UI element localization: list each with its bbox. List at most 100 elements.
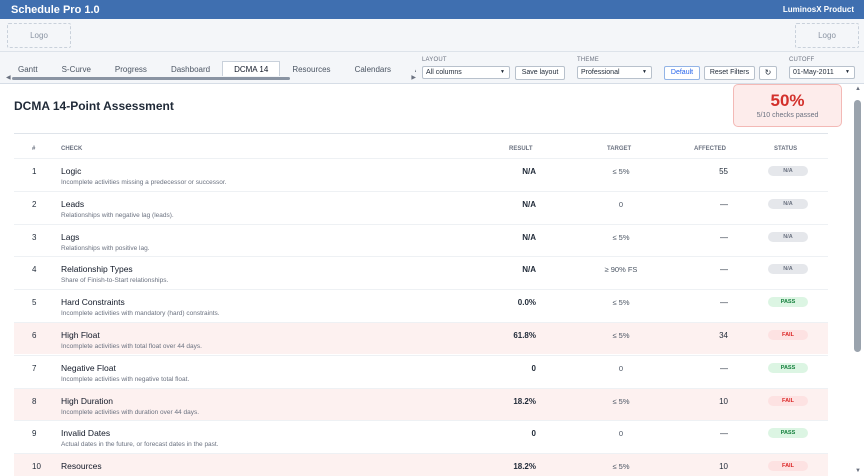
scroll-right-icon[interactable]: ▶ bbox=[411, 74, 416, 81]
tab-progress[interactable]: Progress bbox=[103, 61, 159, 76]
logo-left: Logo bbox=[7, 23, 71, 48]
check-name: Leads bbox=[61, 198, 85, 209]
layout-select[interactable]: All columns ▼ bbox=[422, 66, 510, 79]
check-name: Negative Float bbox=[61, 362, 116, 373]
theme-select[interactable]: Professional ▼ bbox=[577, 66, 652, 79]
tab-resources[interactable]: Resources bbox=[280, 61, 342, 76]
theme-select-value: Professional bbox=[581, 69, 620, 76]
vertical-scrollbar[interactable]: ▲ ▼ bbox=[852, 84, 864, 476]
tab-calendars[interactable]: Calendars bbox=[343, 61, 403, 76]
row-number: 1 bbox=[32, 167, 37, 176]
title-bar: Schedule Pro 1.0 LuminosX Product bbox=[0, 0, 864, 19]
dcma-panel: DCMA 14-Point Assessment 50% 5/10 checks… bbox=[0, 84, 852, 476]
refresh-button[interactable]: ↻ bbox=[759, 66, 777, 80]
check-target: ≥ 90% FS bbox=[604, 265, 638, 275]
table-header: # CHECK RESULT TARGET AFFECTED STATUS bbox=[14, 146, 828, 156]
default-button[interactable]: Default bbox=[664, 66, 700, 80]
check-description: Incomplete activities missing a predeces… bbox=[61, 179, 227, 186]
check-description: Relationships with positive lag. bbox=[61, 244, 150, 252]
header-num: # bbox=[32, 146, 36, 152]
status-badge: PASS bbox=[768, 362, 808, 373]
tab-dcma-14[interactable]: DCMA 14 bbox=[222, 61, 281, 76]
refresh-icon: ↻ bbox=[764, 68, 772, 77]
table-row[interactable]: 1 Logic Incomplete activities missing a pr… bbox=[14, 158, 828, 190]
check-affected: — bbox=[720, 232, 728, 242]
check-result: N/A bbox=[522, 232, 536, 242]
header-status: STATUS bbox=[774, 146, 798, 152]
check-target: ≤ 5% bbox=[612, 462, 630, 472]
check-result: N/A bbox=[522, 199, 536, 209]
check-affected: 10 bbox=[719, 462, 728, 472]
row-number: 4 bbox=[32, 265, 37, 275]
check-description: Share of Finish-to-Start relationships. bbox=[61, 277, 169, 285]
status-badge: FAIL bbox=[768, 395, 808, 406]
row-number: 3 bbox=[32, 232, 37, 242]
check-name: Lags bbox=[61, 231, 80, 242]
status-badge: FAIL bbox=[768, 330, 808, 340]
page-title: DCMA 14-Point Assessment bbox=[14, 99, 174, 113]
check-name: Resources bbox=[61, 461, 102, 472]
check-target: ≤ 5% bbox=[612, 298, 630, 308]
caret-down-icon: ▼ bbox=[845, 69, 850, 75]
tab-dashboard[interactable]: Dashboard bbox=[159, 61, 222, 76]
row-number: 5 bbox=[32, 298, 37, 308]
table-row[interactable]: 6 High Float Incomplete activities with to… bbox=[14, 322, 828, 354]
save-layout-button[interactable]: Save layout bbox=[515, 66, 565, 80]
check-description: Incomplete activities with negative tota… bbox=[61, 375, 190, 383]
reset-filters-button[interactable]: Reset Filters bbox=[704, 66, 755, 80]
check-result: 18.2% bbox=[513, 462, 536, 472]
scroll-down-icon[interactable]: ▼ bbox=[855, 468, 861, 474]
tab-gantt[interactable]: Gantt bbox=[6, 61, 50, 76]
tab-scrollbar[interactable]: ◀ ▶ bbox=[6, 74, 416, 81]
header-check: CHECK bbox=[61, 146, 83, 152]
logo-right: Logo bbox=[795, 23, 859, 48]
check-name: Logic bbox=[61, 166, 82, 176]
table-row[interactable]: 5 Hard Constraints Incomplete activities w… bbox=[14, 289, 828, 321]
status-badge: N/A bbox=[768, 198, 808, 209]
cutoff-label: CUTOFF bbox=[789, 57, 815, 63]
score-card: 50% 5/10 checks passed bbox=[733, 84, 842, 127]
check-name: Relationship Types bbox=[61, 264, 133, 275]
cutoff-select[interactable]: 01-May-2011 ▼ bbox=[789, 66, 855, 79]
caret-down-icon: ▼ bbox=[500, 69, 505, 75]
check-target: ≤ 5% bbox=[612, 396, 630, 406]
check-result: N/A bbox=[522, 265, 536, 275]
check-description: Actual dates in the future, or forecast … bbox=[61, 441, 219, 449]
table-row[interactable]: 7 Negative Float Incomplete activities wit… bbox=[14, 354, 828, 387]
table-row[interactable]: 2 Leads Relationships with negative lag (l… bbox=[14, 190, 828, 223]
scroll-left-icon[interactable]: ◀ bbox=[6, 74, 11, 81]
table-row[interactable]: 9 Invalid Dates Actual dates in the future… bbox=[14, 420, 828, 452]
row-number: 2 bbox=[32, 199, 37, 209]
check-description: Incomplete activities with duration over… bbox=[61, 408, 200, 416]
table-row[interactable]: 3 Lags Relationships with positive lag. N/A… bbox=[14, 223, 828, 256]
row-number: 8 bbox=[32, 396, 37, 406]
layout-select-value: All columns bbox=[426, 69, 462, 76]
row-number: 9 bbox=[32, 429, 37, 439]
scroll-up-icon[interactable]: ▲ bbox=[855, 86, 861, 92]
header-target: TARGET bbox=[607, 146, 632, 152]
check-target: ≤ 5% bbox=[612, 232, 630, 242]
check-affected: — bbox=[720, 199, 728, 209]
check-target: ≤ 5% bbox=[612, 331, 630, 340]
table-row[interactable]: 4 Relationship Types Share of Finish-to-St… bbox=[14, 256, 828, 288]
tab-scroll-thumb[interactable] bbox=[12, 77, 290, 80]
theme-label: THEME bbox=[577, 57, 599, 63]
vertical-scroll-thumb[interactable] bbox=[854, 100, 861, 352]
check-description: Incomplete activities with total float o… bbox=[61, 343, 202, 350]
table-row[interactable]: 10 Resources 18.2% ≤ 5% 10 FAIL bbox=[14, 453, 828, 476]
header-result: RESULT bbox=[509, 146, 533, 152]
caret-down-icon: ▼ bbox=[642, 69, 647, 75]
check-description: Relationships with negative lag (leads). bbox=[61, 211, 174, 219]
check-target: 0 bbox=[618, 363, 624, 373]
product-name: LuminosX Product bbox=[782, 5, 854, 14]
table-row[interactable]: 8 High Duration Incomplete activities with… bbox=[14, 387, 828, 420]
check-affected: 55 bbox=[719, 167, 728, 176]
check-result: 0 bbox=[531, 429, 536, 439]
status-badge: PASS bbox=[768, 428, 808, 439]
check-result: 18.2% bbox=[513, 396, 536, 406]
tab-s-curve[interactable]: S-Curve bbox=[50, 61, 103, 76]
check-name: Invalid Dates bbox=[61, 428, 111, 439]
check-affected: — bbox=[720, 363, 728, 373]
check-name: High Float bbox=[61, 330, 100, 340]
score-percent: 50% bbox=[770, 91, 805, 110]
